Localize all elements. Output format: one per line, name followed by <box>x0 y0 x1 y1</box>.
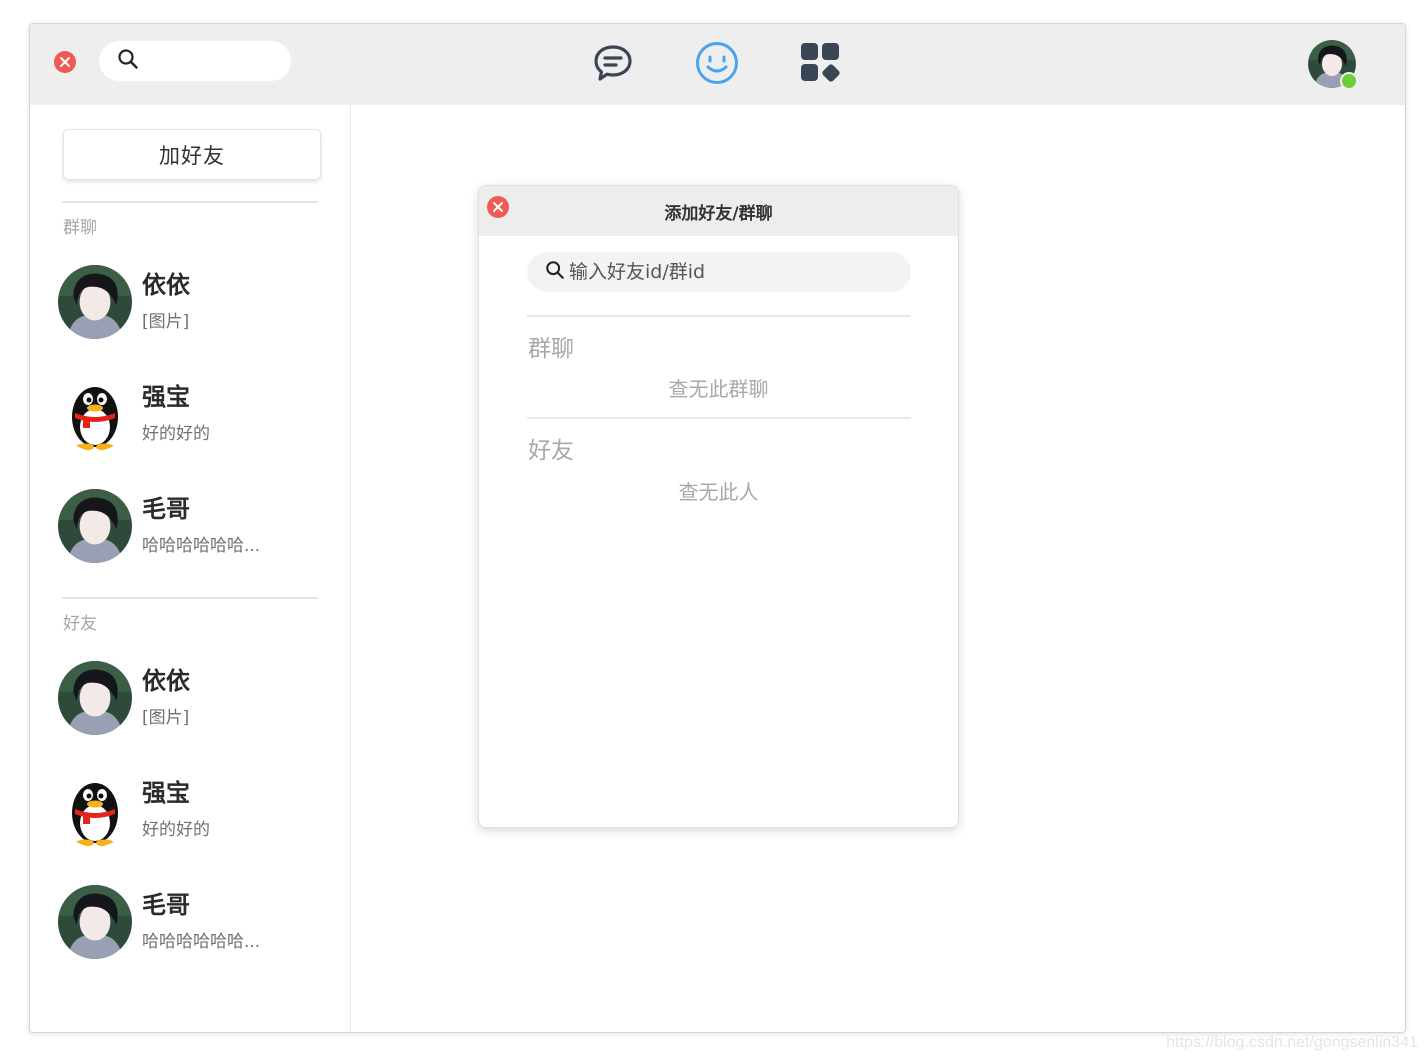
smiley-icon[interactable] <box>695 41 739 85</box>
contact-name: 毛哥 <box>142 495 190 523</box>
top-bar <box>30 24 1405 105</box>
group-item[interactable]: 毛哥 哈哈哈哈哈哈... <box>58 489 328 569</box>
divider <box>62 597 318 599</box>
contact-name: 强宝 <box>142 779 190 807</box>
anime-boy-avatar <box>58 265 132 339</box>
search-input[interactable] <box>147 52 287 70</box>
contact-name: 强宝 <box>142 383 190 411</box>
dialog-header: 添加好友/群聊 <box>479 186 958 236</box>
search-icon <box>117 48 139 74</box>
divider <box>527 417 911 419</box>
last-message: [图片] <box>142 708 190 728</box>
close-icon[interactable] <box>487 196 509 218</box>
user-avatar[interactable] <box>1308 40 1358 90</box>
friend-id-search-input[interactable] <box>569 261 889 283</box>
add-friend-button[interactable]: 加好友 <box>63 129 321 180</box>
app-window: 加好友 群聊 依依 [图片] 强宝 好的好的 毛哥 哈哈哈哈哈哈... 好友 依… <box>29 23 1406 1033</box>
group-item[interactable]: 强宝 好的好的 <box>58 377 328 457</box>
search-icon <box>545 260 565 284</box>
dialog-search-box[interactable] <box>527 252 911 292</box>
groups-empty-text: 查无此群聊 <box>668 377 769 401</box>
dialog-title: 添加好友/群聊 <box>664 203 773 224</box>
close-icon[interactable] <box>54 51 76 73</box>
last-message: 好的好的 <box>142 424 210 444</box>
divider <box>62 201 318 203</box>
group-item[interactable]: 依依 [图片] <box>58 265 328 345</box>
last-message: [图片] <box>142 312 190 332</box>
friends-section-label: 好友 <box>63 614 97 634</box>
contact-name: 毛哥 <box>142 891 190 919</box>
friend-item[interactable]: 依依 [图片] <box>58 661 328 741</box>
friends-empty-text: 查无此人 <box>678 480 759 504</box>
divider <box>527 315 911 317</box>
qq-penguin-avatar <box>58 773 132 847</box>
online-status-badge <box>1340 72 1358 90</box>
search-box[interactable] <box>99 41 291 81</box>
last-message: 哈哈哈哈哈哈... <box>142 932 261 952</box>
last-message: 好的好的 <box>142 820 210 840</box>
anime-boy-avatar <box>58 489 132 563</box>
last-message: 哈哈哈哈哈哈... <box>142 536 261 556</box>
groups-section-label: 群聊 <box>63 218 97 238</box>
dialog-groups-label: 群聊 <box>528 336 574 362</box>
apps-grid-icon[interactable] <box>799 41 843 85</box>
anime-boy-avatar <box>58 885 132 959</box>
friend-item[interactable]: 强宝 好的好的 <box>58 773 328 853</box>
chat-bubble-icon[interactable] <box>591 41 635 85</box>
friend-item[interactable]: 毛哥 哈哈哈哈哈哈... <box>58 885 328 965</box>
add-friend-dialog: 添加好友/群聊 群聊 查无此群聊 好友 查无此人 <box>478 185 959 828</box>
dialog-friends-label: 好友 <box>528 438 574 464</box>
watermark: https://blog.csdn.net/gongsenlin341 <box>1166 1034 1418 1051</box>
contact-name: 依依 <box>142 667 190 695</box>
contact-name: 依依 <box>142 271 190 299</box>
anime-boy-avatar <box>58 661 132 735</box>
sidebar: 加好友 群聊 依依 [图片] 强宝 好的好的 毛哥 哈哈哈哈哈哈... 好友 依… <box>30 105 351 1032</box>
qq-penguin-avatar <box>58 377 132 451</box>
